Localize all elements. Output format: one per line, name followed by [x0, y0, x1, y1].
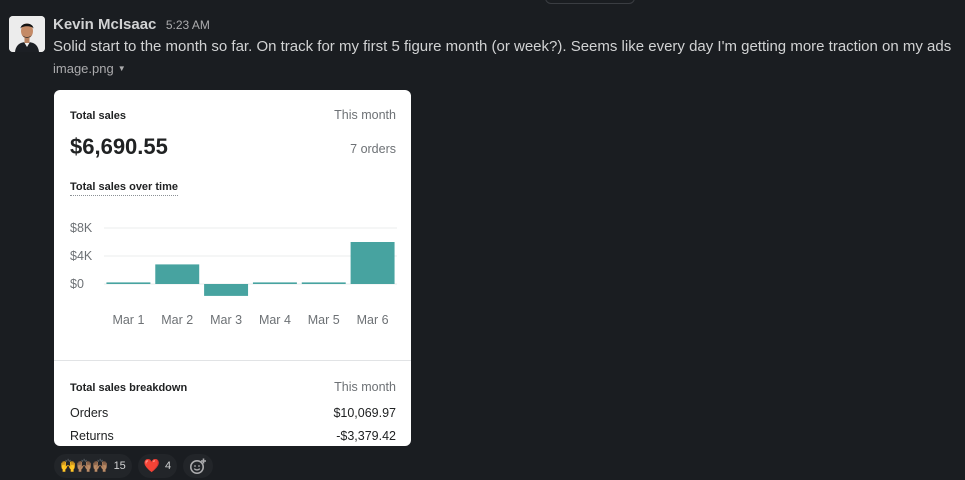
raised-hands-icon: 🙌🙌🏽🙌🏽 — [60, 458, 109, 473]
avatar-image — [9, 16, 45, 52]
message-text: Solid start to the month so far. On trac… — [53, 38, 952, 55]
reaction-raised-hands[interactable]: 🙌🙌🏽🙌🏽 15 — [54, 454, 132, 478]
reaction-count: 15 — [113, 460, 126, 472]
breakdown-row-orders-value: $10,069.97 — [333, 406, 396, 420]
y-tick-label: $8K — [70, 221, 93, 235]
y-tick-label: $0 — [70, 277, 84, 291]
x-tick-label: Mar 2 — [161, 313, 193, 327]
total-sales-label: Total sales — [70, 110, 127, 122]
x-tick-label: Mar 5 — [308, 313, 340, 327]
scroll-indicator — [545, 0, 635, 4]
period-label: This month — [334, 108, 396, 122]
bar — [204, 284, 249, 296]
bar — [155, 264, 200, 284]
attachment-name[interactable]: image.png — [53, 61, 114, 76]
breakdown-period: This month — [334, 380, 396, 394]
x-tick-label: Mar 6 — [357, 313, 389, 327]
attachment-header[interactable]: image.png ▼ — [53, 61, 965, 77]
message-header: Kevin McIsaac 5:23 AM — [53, 16, 965, 34]
x-tick-label: Mar 4 — [259, 313, 291, 327]
orders-count: 7 orders — [350, 142, 396, 156]
breakdown-row-returns-value: -$3,379.42 — [336, 429, 396, 443]
add-emoji-icon — [190, 458, 207, 474]
reaction-heart[interactable]: ❤️ 4 — [137, 454, 178, 478]
heart-icon: ❤️ — [143, 458, 160, 473]
bar — [350, 242, 395, 284]
sales-chart: $8K $4K $0 Mar 1 Mar 2 Mar 3 Mar 4 Mar 5 Mar 6 — [70, 221, 397, 327]
chevron-down-icon[interactable]: ▼ — [118, 64, 126, 73]
bar — [252, 282, 297, 284]
image-attachment[interactable]: Total sales This month $6,690.55 7 order… — [54, 90, 411, 446]
timestamp[interactable]: 5:23 AM — [166, 18, 210, 32]
reaction-count: 4 — [165, 460, 172, 472]
breakdown-title: Total sales breakdown — [70, 382, 188, 394]
reactions-bar: 🙌🙌🏽🙌🏽 15 ❤️ 4 — [54, 454, 214, 480]
x-tick-label: Mar 1 — [112, 313, 144, 327]
author-name[interactable]: Kevin McIsaac — [53, 16, 156, 33]
divider — [54, 360, 411, 361]
bar — [301, 282, 346, 284]
chart-title: Total sales over time — [70, 181, 179, 196]
bar — [106, 282, 151, 284]
y-tick-label: $4K — [70, 249, 93, 263]
breakdown-row-returns-label: Returns — [70, 429, 114, 443]
avatar[interactable] — [9, 16, 45, 52]
x-tick-label: Mar 3 — [210, 313, 242, 327]
add-reaction-button[interactable] — [183, 454, 214, 478]
breakdown-row-orders-label: Orders — [70, 406, 109, 420]
total-sales-value: $6,690.55 — [70, 134, 168, 159]
